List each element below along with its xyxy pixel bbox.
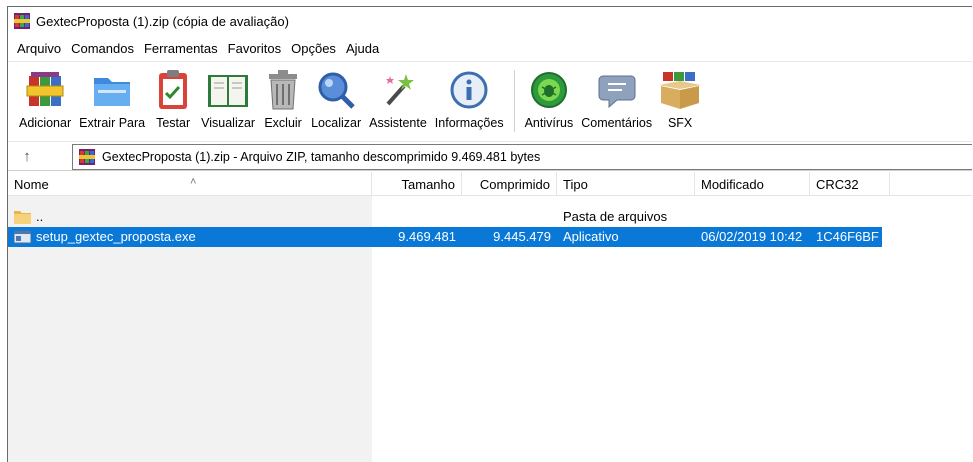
title-bar: GextecProposta (1).zip (cópia de avaliaç… bbox=[8, 7, 972, 35]
menu-favoritos[interactable]: Favoritos bbox=[223, 41, 286, 56]
column-header-crc32[interactable]: CRC32 bbox=[810, 172, 890, 196]
menu-comandos[interactable]: Comandos bbox=[66, 41, 139, 56]
column-header-modified[interactable]: Modificado bbox=[695, 172, 810, 196]
column-header-name-label: Nome bbox=[14, 177, 49, 192]
winrar-window: GextecProposta (1).zip (cópia de avaliaç… bbox=[7, 6, 972, 462]
address-path-text: GextecProposta (1).zip - Arquivo ZIP, ta… bbox=[102, 150, 541, 164]
wizard-button[interactable]: Assistente bbox=[365, 62, 431, 136]
extract-to-button[interactable]: Extrair Para bbox=[75, 62, 149, 136]
magic-wand-icon bbox=[374, 68, 422, 112]
add-button-label: Adicionar bbox=[19, 116, 72, 130]
find-button-label: Localizar bbox=[311, 116, 362, 130]
exe-file-icon bbox=[14, 230, 31, 244]
up-arrow-icon[interactable]: ↑ bbox=[14, 144, 40, 168]
row-crc32: 1C46F6BF bbox=[816, 229, 879, 244]
view-book-icon bbox=[204, 68, 252, 112]
magnifier-icon bbox=[312, 68, 360, 112]
row-modified: 06/02/2019 10:42 bbox=[701, 229, 803, 244]
add-archive-icon bbox=[21, 68, 69, 112]
comment-icon bbox=[593, 68, 641, 112]
menu-ajuda[interactable]: Ajuda bbox=[341, 41, 384, 56]
sfx-box-icon bbox=[656, 68, 704, 112]
sfx-button-label: SFX bbox=[667, 116, 693, 130]
extract-folder-icon bbox=[88, 68, 136, 112]
row-name: .. bbox=[36, 209, 44, 224]
extract-to-button-label: Extrair Para bbox=[79, 116, 146, 130]
winrar-app-icon bbox=[14, 13, 30, 29]
antivirus-button[interactable]: Antivírus bbox=[521, 62, 578, 136]
address-path-box[interactable]: GextecProposta (1).zip - Arquivo ZIP, ta… bbox=[72, 144, 972, 170]
column-header-size[interactable]: Tamanho bbox=[372, 172, 462, 196]
column-header-type[interactable]: Tipo bbox=[557, 172, 695, 196]
zip-archive-icon bbox=[79, 149, 95, 165]
column-header-packed[interactable]: Comprimido bbox=[462, 172, 557, 196]
row-type: Aplicativo bbox=[563, 229, 619, 244]
info-button-label: Informações bbox=[434, 116, 504, 130]
delete-button-label: Excluir bbox=[264, 116, 302, 130]
antivirus-bug-icon bbox=[525, 68, 573, 112]
wizard-button-label: Assistente bbox=[369, 116, 427, 130]
menu-bar: Arquivo Comandos Ferramentas Favoritos O… bbox=[8, 38, 384, 58]
comments-button-label: Comentários bbox=[581, 116, 653, 130]
row-size: 9.469.481 bbox=[398, 229, 456, 244]
address-bar: ↑ GextecProposta (1).zip - Arquivo ZIP, … bbox=[8, 141, 972, 171]
test-button-label: Testar bbox=[156, 116, 191, 130]
row-name: setup_gextec_proposta.exe bbox=[36, 229, 196, 244]
menu-arquivo[interactable]: Arquivo bbox=[12, 41, 66, 56]
list-row-setup-exe[interactable]: setup_gextec_proposta.exe 9.469.481 9.44… bbox=[8, 227, 882, 247]
sort-ascending-icon: ˄ bbox=[190, 176, 197, 188]
list-header: Nome ˄ Tamanho Comprimido Tipo Modificad… bbox=[8, 172, 972, 196]
row-type: Pasta de arquivos bbox=[563, 209, 668, 224]
find-button[interactable]: Localizar bbox=[307, 62, 365, 136]
sfx-button[interactable]: SFX bbox=[656, 62, 704, 136]
info-button[interactable]: Informações bbox=[431, 62, 508, 136]
window-title: GextecProposta (1).zip (cópia de avaliaç… bbox=[36, 13, 289, 29]
view-button-label: Visualizar bbox=[201, 116, 256, 130]
toolbar: Adicionar Extrair Para Testar Visualizar… bbox=[8, 61, 972, 139]
folder-icon bbox=[14, 211, 31, 224]
toolbar-separator bbox=[513, 70, 515, 132]
column-header-name[interactable]: Nome ˄ bbox=[8, 172, 372, 196]
test-button[interactable]: Testar bbox=[149, 62, 197, 136]
test-clipboard-icon bbox=[149, 68, 197, 112]
trash-icon bbox=[259, 68, 307, 112]
antivirus-button-label: Antivírus bbox=[524, 116, 574, 130]
menu-opcoes[interactable]: Opções bbox=[286, 41, 341, 56]
delete-button[interactable]: Excluir bbox=[259, 62, 307, 136]
comments-button[interactable]: Comentários bbox=[577, 62, 656, 136]
row-packed: 9.445.479 bbox=[493, 229, 551, 244]
menu-ferramentas[interactable]: Ferramentas bbox=[139, 41, 223, 56]
view-button[interactable]: Visualizar bbox=[197, 62, 259, 136]
add-button[interactable]: Adicionar bbox=[15, 62, 75, 136]
list-row-parent-folder[interactable]: .. Pasta de arquivos bbox=[8, 207, 882, 227]
info-icon bbox=[445, 68, 493, 112]
file-list: Nome ˄ Tamanho Comprimido Tipo Modificad… bbox=[8, 172, 972, 462]
